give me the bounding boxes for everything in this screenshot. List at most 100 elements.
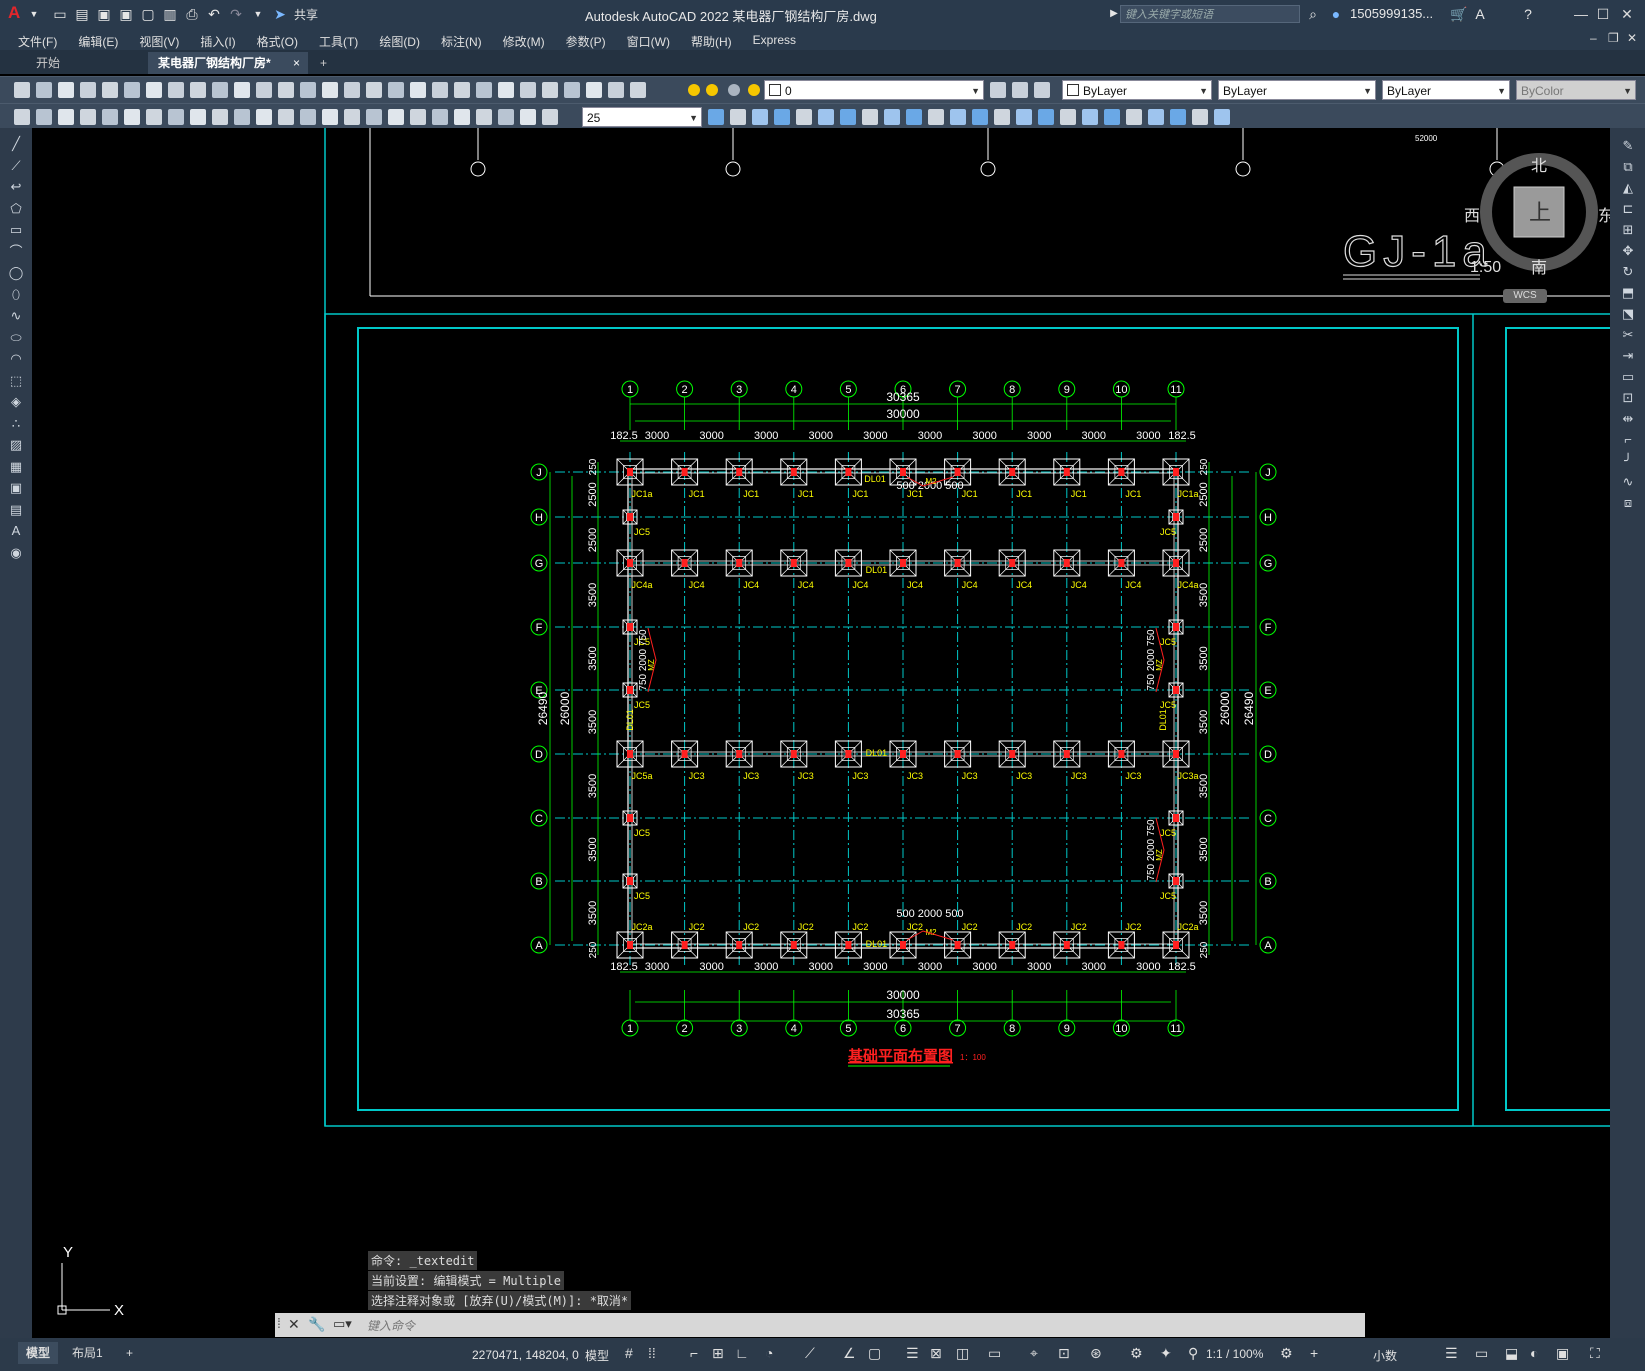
command-input[interactable]: 键入命令 <box>367 1317 415 1334</box>
help-icon[interactable]: ? <box>1520 6 1536 22</box>
standard-tool-5-icon[interactable] <box>124 82 140 98</box>
modify-tool-6-icon[interactable] <box>840 109 856 125</box>
standard-tool-15-icon[interactable] <box>344 82 360 98</box>
search-icon[interactable]: ⌕ <box>1305 6 1321 22</box>
undo-icon[interactable]: ↶ <box>206 6 222 22</box>
dimension-tool-6-icon[interactable] <box>146 109 162 125</box>
status-toggle-0-icon[interactable]: # <box>625 1345 633 1361</box>
modify-tool-15-icon[interactable]: ╯ <box>1620 453 1636 469</box>
status-toggle-1-icon[interactable]: ⁞⁞ <box>648 1345 656 1361</box>
dimension-tool-16-icon[interactable] <box>366 109 382 125</box>
draw-tool-7-icon[interactable]: ⬯ <box>8 287 24 303</box>
dimension-tool-5-icon[interactable] <box>124 109 140 125</box>
modify-tool-6-icon[interactable]: ↻ <box>1620 264 1636 280</box>
draw-tool-16-icon[interactable]: ▣ <box>8 480 24 496</box>
open-web-icon[interactable]: ▢ <box>140 6 156 22</box>
command-line[interactable]: ⁞ ✕ 🔧 ▭▾ 键入命令 <box>275 1313 1365 1337</box>
standard-tool-4-icon[interactable] <box>102 82 118 98</box>
status-toggle-5-icon[interactable]: ◔ <box>765 1345 773 1361</box>
layer-state-2-icon[interactable] <box>728 84 740 96</box>
user-icon[interactable]: ● <box>1328 6 1344 22</box>
modify-tool-10-icon[interactable]: ⇥ <box>1620 348 1636 364</box>
standard-tool-12-icon[interactable] <box>278 82 294 98</box>
lineweight-dropdown[interactable]: ByLayer ▼ <box>1382 80 1510 100</box>
recent-commands-icon[interactable]: ▭▾ <box>333 1316 352 1332</box>
status-toggle-15-icon[interactable]: ⊛ <box>1090 1345 1102 1362</box>
redo-icon[interactable]: ↷ <box>228 6 244 22</box>
share-label[interactable]: 共享 <box>294 6 318 23</box>
modify-tool-8-icon[interactable]: ⬔ <box>1620 306 1636 322</box>
dimension-tool-24-icon[interactable] <box>542 109 558 125</box>
modify-tool-7-icon[interactable] <box>862 109 878 125</box>
standard-tool-17-icon[interactable] <box>388 82 404 98</box>
user-name[interactable]: 1505999135... <box>1350 6 1433 21</box>
dimension-tool-23-icon[interactable] <box>520 109 536 125</box>
plotstyle-dropdown[interactable]: ByColor ▼ <box>1516 80 1636 100</box>
annotation-scale[interactable]: 1:1 / 100% <box>1206 1347 1263 1361</box>
units-dropdown[interactable]: 小数 <box>1373 1347 1397 1364</box>
dimension-tool-15-icon[interactable] <box>344 109 360 125</box>
status-toggle-9-icon[interactable]: ☰ <box>906 1345 919 1362</box>
dimension-tool-2-icon[interactable] <box>58 109 74 125</box>
modify-tool-3-icon[interactable]: ⊏ <box>1620 201 1636 217</box>
menu-item-6[interactable]: 绘图(D) <box>371 28 433 50</box>
viewcube-face-top[interactable]: 上 <box>1529 195 1551 227</box>
menu-item-11[interactable]: 帮助(H) <box>683 28 745 50</box>
tab-drawing[interactable]: 某电器厂钢结构厂房* × <box>148 52 308 74</box>
status-toggle-13-icon[interactable]: ⌖ <box>1030 1345 1038 1362</box>
cursor-coordinates[interactable]: 2270471, 148204, 0 <box>472 1348 579 1362</box>
standard-tool-3-icon[interactable] <box>80 82 96 98</box>
modify-tool-11-icon[interactable] <box>950 109 966 125</box>
status-toggle-24-icon[interactable]: ◐ <box>1530 1345 1538 1361</box>
dimension-tool-7-icon[interactable] <box>168 109 184 125</box>
status-toggle-6-icon[interactable]: ⟋ <box>805 1345 815 1362</box>
standard-tool-18-icon[interactable] <box>410 82 426 98</box>
draw-tool-14-icon[interactable]: ▨ <box>8 437 24 453</box>
autodesk-app-icon[interactable]: A <box>1472 6 1488 22</box>
standard-tool-20-icon[interactable] <box>454 82 470 98</box>
minimize-button[interactable]: — <box>1570 4 1592 24</box>
wcs-menu[interactable]: WCS <box>1503 289 1547 303</box>
draw-tool-0-icon[interactable]: ╱ <box>8 136 24 152</box>
modify-tool-4-icon[interactable] <box>796 109 812 125</box>
dimension-scale-dropdown[interactable]: 25 ▼ <box>582 107 702 127</box>
standard-tool-7-icon[interactable] <box>168 82 184 98</box>
layer-state-3-icon[interactable] <box>748 84 760 96</box>
standard-tool-11-icon[interactable] <box>256 82 272 98</box>
modify-tool-5-icon[interactable]: ✥ <box>1620 243 1636 259</box>
menu-item-4[interactable]: 格式(O) <box>249 28 311 50</box>
modify-tool-10-icon[interactable] <box>928 109 944 125</box>
standard-tool-21-icon[interactable] <box>476 82 492 98</box>
tab-layout1[interactable]: 布局1 <box>64 1342 111 1364</box>
dimension-tool-13-icon[interactable] <box>300 109 316 125</box>
new-tab-button[interactable]: + <box>310 52 337 74</box>
menu-item-3[interactable]: 插入(I) <box>192 28 248 50</box>
draw-tool-3-icon[interactable]: ⬠ <box>8 201 24 217</box>
modify-tool-21-icon[interactable] <box>1170 109 1186 125</box>
draw-tool-12-icon[interactable]: ◈ <box>8 394 24 410</box>
standard-tool-26-icon[interactable] <box>586 82 602 98</box>
modify-tool-13-icon[interactable] <box>994 109 1010 125</box>
modify-tool-18-icon[interactable] <box>1104 109 1120 125</box>
dimension-tool-14-icon[interactable] <box>322 109 338 125</box>
standard-tool-0-icon[interactable] <box>14 82 30 98</box>
dimension-tool-1-icon[interactable] <box>36 109 52 125</box>
draw-tool-17-icon[interactable]: ▤ <box>8 502 24 518</box>
save-web-icon[interactable]: ▥ <box>162 6 178 22</box>
tab-close-icon[interactable]: × <box>293 52 300 74</box>
draw-tool-5-icon[interactable]: ⌒ <box>8 244 24 260</box>
modify-tool-12-icon[interactable]: ⊡ <box>1620 390 1636 406</box>
modify-tool-23-icon[interactable] <box>1214 109 1230 125</box>
modify-tool-1-icon[interactable]: ⧉ <box>1620 159 1636 175</box>
maximize-button[interactable]: ☐ <box>1592 4 1614 24</box>
standard-tool-6-icon[interactable] <box>146 82 162 98</box>
standard-tool-24-icon[interactable] <box>542 82 558 98</box>
modify-tool-16-icon[interactable] <box>1060 109 1076 125</box>
status-toggle-4-icon[interactable]: ∟ <box>735 1345 749 1361</box>
doc-restore-button[interactable]: ❐ <box>1608 31 1619 45</box>
modify-tool-14-icon[interactable] <box>1016 109 1032 125</box>
modify-tool-3-icon[interactable] <box>774 109 790 125</box>
dimension-tool-20-icon[interactable] <box>454 109 470 125</box>
app-menu-chevron-icon[interactable]: ▼ <box>26 6 42 22</box>
modify-tool-16-icon[interactable]: ∿ <box>1620 474 1636 490</box>
